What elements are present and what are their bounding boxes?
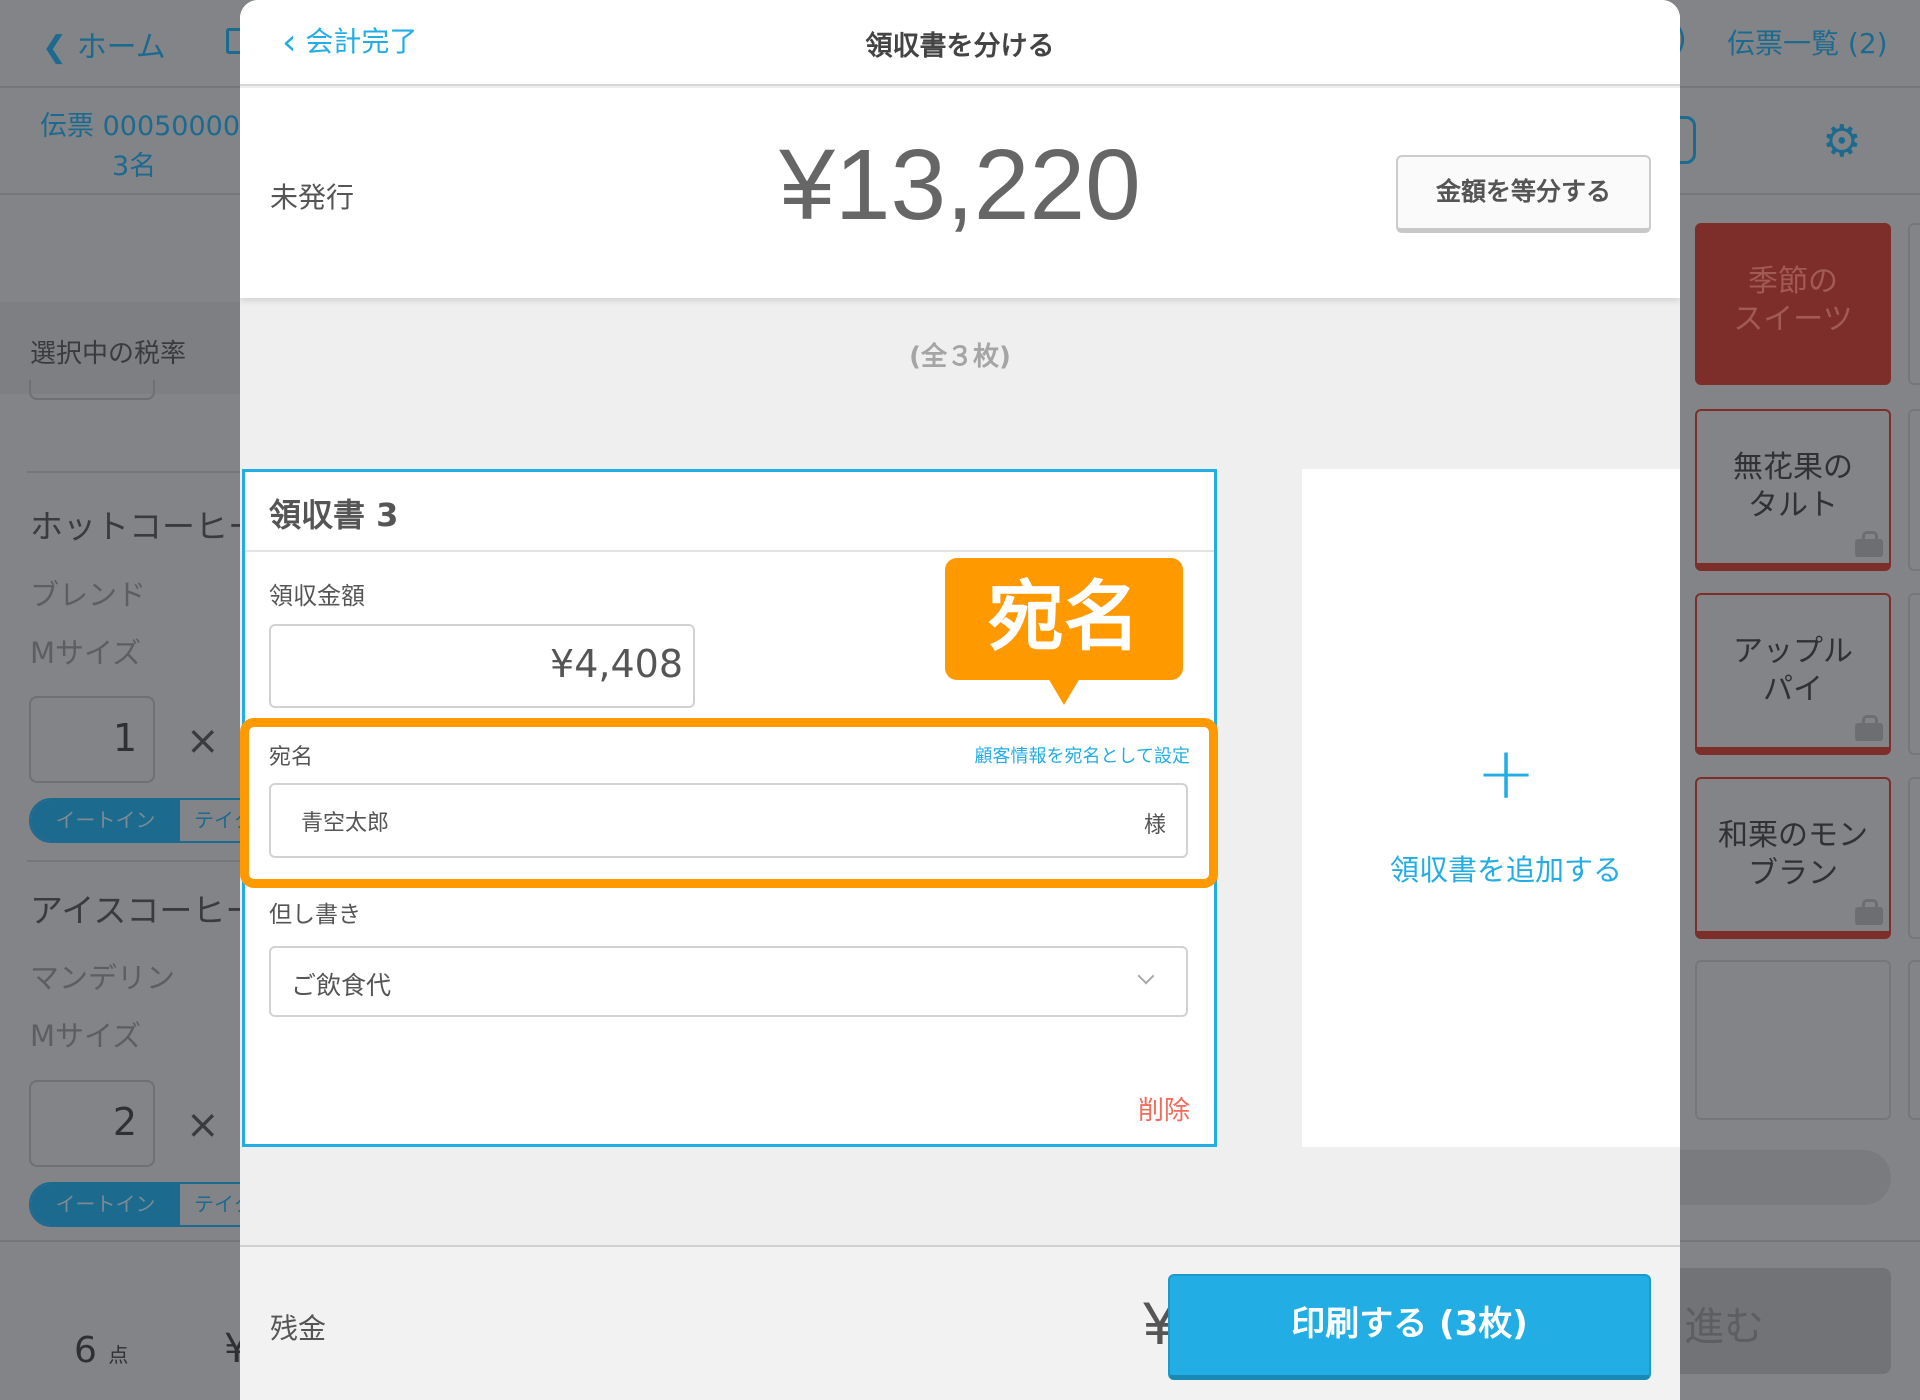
- item-option: マンデリン: [30, 961, 176, 995]
- home-back-button[interactable]: ❮ ホーム: [42, 22, 166, 66]
- remaining-label: 残金: [270, 1312, 327, 1345]
- remove-icon[interactable]: ×: [186, 1102, 220, 1148]
- menu-tile-empty[interactable]: [1695, 960, 1891, 1120]
- tile-label: 季節の: [1748, 264, 1838, 299]
- bag-icon: [1855, 715, 1883, 741]
- tax-rate-label: 選択中の税率: [30, 339, 187, 369]
- menu-tile-mont-blanc[interactable]: 和栗のモン ブラン: [1695, 777, 1891, 939]
- remove-icon[interactable]: ×: [186, 718, 220, 764]
- quantity-field[interactable]: 1: [29, 696, 155, 783]
- eat-in-toggle[interactable]: イートイン テイク: [29, 798, 259, 843]
- slip-list-button[interactable]: 伝票一覧 (2): [1727, 22, 1888, 62]
- count-value: 6: [74, 1330, 97, 1371]
- receipt-title: 領収書 3: [269, 496, 399, 534]
- item-option: ブレンド: [30, 578, 147, 612]
- split-equal-button[interactable]: 金額を等分する: [1396, 155, 1651, 233]
- home-label: ホーム: [76, 30, 166, 65]
- eat-in-toggle[interactable]: イートイン テイク: [29, 1182, 259, 1227]
- footer-bar: 残金 ¥0 印刷する (3枚): [240, 1245, 1680, 1400]
- chevron-left-icon: ❮: [42, 30, 68, 65]
- addressee-highlight: [240, 718, 1218, 888]
- add-receipt-label: 領収書を追加する: [1389, 853, 1622, 887]
- tile-label: アップル: [1733, 634, 1853, 669]
- plus-icon: +: [1475, 731, 1537, 815]
- modal-header: ‹ 会計完了 領収書を分ける: [240, 0, 1680, 86]
- tile-label: 和栗のモン: [1718, 818, 1868, 853]
- bag-icon: [1855, 899, 1883, 925]
- guest-count: 3名: [112, 151, 157, 182]
- slip-number: 伝票 00050000: [40, 111, 241, 142]
- addressee-callout: 宛名: [945, 558, 1183, 680]
- gear-icon[interactable]: ⚙: [1822, 116, 1861, 167]
- callout-text: 宛名: [988, 572, 1140, 661]
- callout-pointer: [1048, 678, 1080, 705]
- item-name: アイスコーヒー: [30, 891, 259, 930]
- delete-button[interactable]: 削除: [1138, 1090, 1190, 1127]
- item-size: Mサイズ: [30, 636, 142, 670]
- bag-icon: [1855, 531, 1883, 557]
- modal-title: 領収書を分ける: [865, 31, 1055, 62]
- tile-label: 無花果の: [1733, 450, 1853, 485]
- chevron-down-icon: [1137, 967, 1155, 985]
- summary-panel: 未発行 ¥13,220 金額を等分する: [240, 88, 1680, 298]
- print-button[interactable]: 印刷する (3枚): [1168, 1274, 1651, 1380]
- tile-label: パイ: [1763, 672, 1823, 707]
- tile-label: ブラン: [1748, 856, 1838, 891]
- sheet-count: (全３枚): [909, 342, 1011, 372]
- item-size: Mサイズ: [30, 1019, 142, 1053]
- proviso-select[interactable]: ご飲食代: [269, 946, 1188, 1017]
- count-unit: 点: [108, 1343, 129, 1367]
- item-count: 6 点: [74, 1330, 128, 1371]
- item-name: ホットコーヒー: [30, 507, 261, 546]
- eat-in-option[interactable]: イートイン: [31, 1184, 180, 1225]
- menu-tile-fig-tart[interactable]: 無花果の タルト: [1695, 409, 1891, 571]
- split-receipt-modal: ‹ 会計完了 領収書を分ける 未発行 ¥13,220 金額を等分する (全３枚)…: [240, 0, 1680, 1400]
- add-receipt-card[interactable]: + 領収書を追加する: [1302, 469, 1680, 1147]
- menu-tile-seasonal-sweets[interactable]: 季節の スイーツ: [1695, 223, 1891, 385]
- proceed-label: 進む: [1684, 1304, 1764, 1350]
- amount-label: 領収金額: [269, 582, 365, 610]
- tile-label: タルト: [1748, 488, 1838, 523]
- tile-label: スイーツ: [1733, 302, 1853, 337]
- amount-input[interactable]: ¥4,408: [269, 624, 695, 708]
- quantity-field[interactable]: 2: [29, 1080, 155, 1167]
- menu-tile-apple-pie[interactable]: アップル パイ: [1695, 593, 1891, 755]
- proviso-label: 但し書き: [269, 902, 361, 928]
- proviso-value: ご飲食代: [291, 971, 392, 1000]
- eat-in-option[interactable]: イートイン: [31, 800, 180, 841]
